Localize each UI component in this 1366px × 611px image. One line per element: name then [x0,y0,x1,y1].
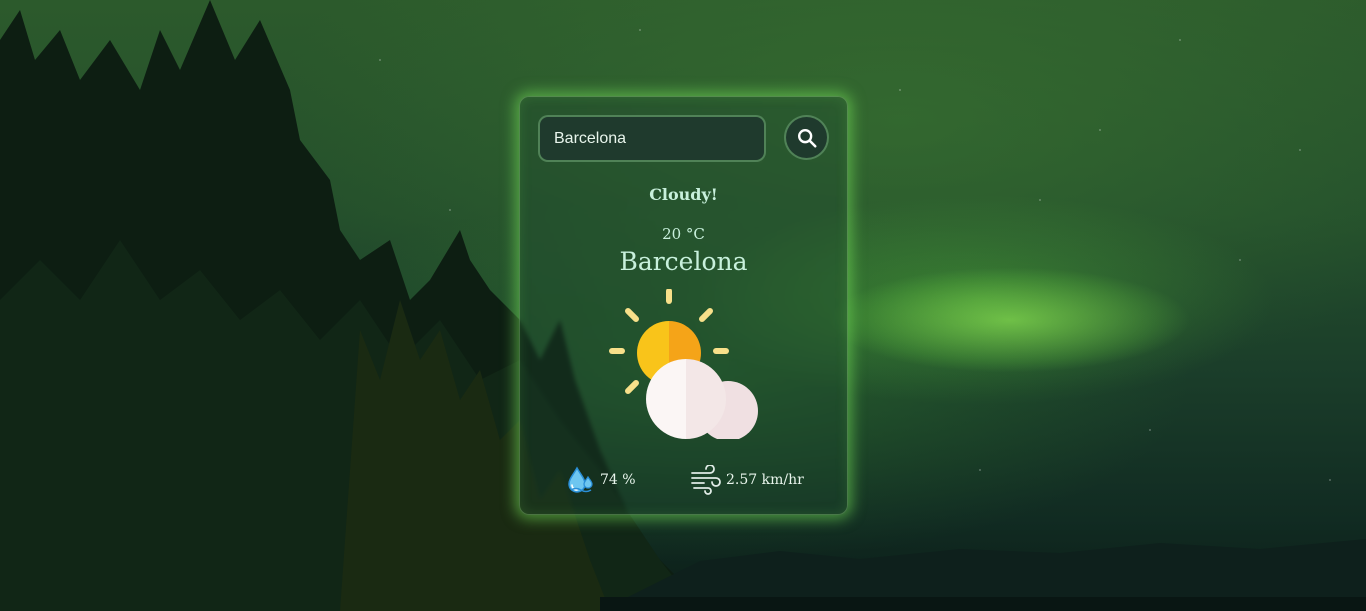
partly-cloudy-icon [609,289,758,439]
humidity-drop-icon [568,466,593,493]
weather-condition: Cloudy! [649,185,718,204]
search-icon [797,128,817,148]
humidity-stat: 74 % [566,465,636,495]
wind-icon [691,465,721,495]
search-bar [538,115,830,162]
city-name: Barcelona [619,247,748,276]
weather-stats: 74 % 2.57 km/hr [520,461,847,497]
search-button[interactable] [784,115,829,160]
city-search-input[interactable] [538,115,766,162]
wind-value: 2.57 km/hr [726,472,804,488]
temperature: 20 °C [662,225,705,243]
humidity-value: 74 % [600,472,636,488]
weather-card: Cloudy! 20 °C Barcelona 74 [519,96,848,515]
wind-stat: 2.57 km/hr [690,465,804,495]
distant-hills [600,539,1366,611]
